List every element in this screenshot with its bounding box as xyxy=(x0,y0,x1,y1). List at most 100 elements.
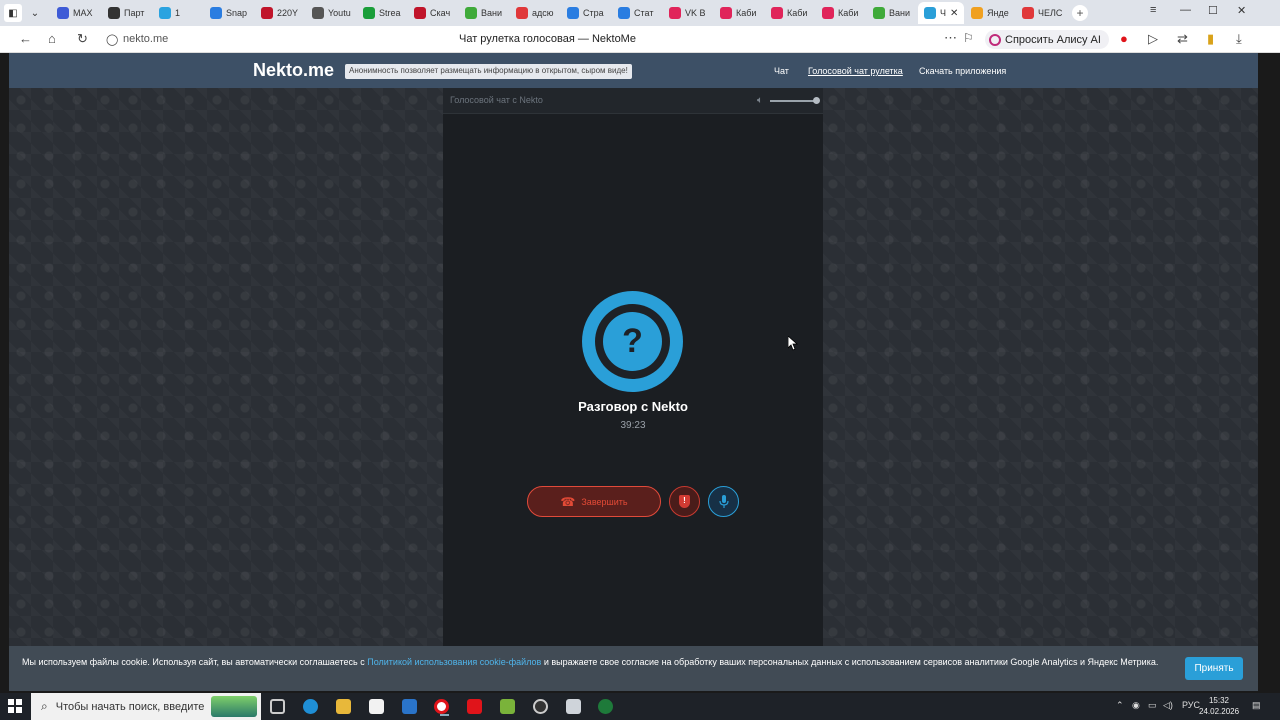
cookie-banner: Мы используем файлы cookie. Используя са… xyxy=(9,646,1258,691)
taskbar-clock[interactable]: 15:32 24.02.2026 xyxy=(1199,695,1239,717)
browser-tab[interactable]: Strea xyxy=(357,2,407,24)
browser-tab[interactable]: Стат xyxy=(612,2,662,24)
tab-favicon-icon xyxy=(771,7,783,19)
app-icon[interactable] xyxy=(500,699,515,714)
new-tab-button[interactable]: + xyxy=(1072,5,1088,21)
browser-tab[interactable]: MAX xyxy=(51,2,101,24)
browser-tab[interactable]: Скач xyxy=(408,2,458,24)
cookie-text-start: Мы используем файлы cookie. Используя са… xyxy=(22,657,368,667)
bookmark-icon[interactable]: ⚐ xyxy=(963,31,974,45)
search-highlight-image xyxy=(211,696,257,717)
url-field[interactable]: nekto.me xyxy=(123,33,168,45)
reload-icon[interactable]: ↻ xyxy=(77,31,88,47)
taskbar: ⌕ Чтобы начать поиск, введите ⌃ ◉ ▭ ◁) Р… xyxy=(0,693,1280,720)
tray-network-icon[interactable]: ▭ xyxy=(1148,700,1157,711)
browser-tab[interactable]: Snap xyxy=(204,2,254,24)
browser-tab[interactable]: 220Y xyxy=(255,2,305,24)
site-tagline: Анонимность позволяет размещать информац… xyxy=(345,64,632,79)
tab-favicon-icon xyxy=(159,7,171,19)
clock-date: 24.02.2026 xyxy=(1199,707,1240,716)
app-window-icon[interactable] xyxy=(566,699,581,714)
browser-tab[interactable]: Каби xyxy=(714,2,764,24)
nav-chat-link[interactable]: Чат xyxy=(774,66,789,76)
browser-tab[interactable]: Стра xyxy=(561,2,611,24)
cookie-policy-link[interactable]: Политикой использования cookie-файлов xyxy=(367,657,541,667)
tray-chevron-icon[interactable]: ⌃ xyxy=(1116,700,1124,711)
tab-label: Strea xyxy=(379,8,401,18)
task-view-icon[interactable] xyxy=(270,699,285,714)
sidebar-toggle-icon[interactable]: ◧ xyxy=(4,4,22,22)
menu-icon[interactable]: ≡ xyxy=(1150,4,1156,16)
alice-button[interactable]: Спросить Алису AI xyxy=(985,30,1109,49)
taskbar-search[interactable]: ⌕ Чтобы начать поиск, введите xyxy=(31,693,261,720)
opera-extension-icon[interactable]: ● xyxy=(1120,31,1128,46)
close-window-icon[interactable]: ✕ xyxy=(1237,4,1246,17)
browser-tab[interactable]: 1 xyxy=(153,2,203,24)
volume-icon[interactable]: 🔈︎ xyxy=(757,95,763,106)
site-info-icon[interactable]: ◯ xyxy=(106,33,118,46)
tab-favicon-icon xyxy=(516,7,528,19)
browser-tab[interactable]: Youtu xyxy=(306,2,356,24)
downloads-icon[interactable]: ⤓ xyxy=(1236,31,1242,47)
tabs-menu-icon[interactable]: ⌄ xyxy=(26,4,44,22)
yandex-icon[interactable] xyxy=(467,699,482,714)
browser-tab[interactable]: VK В xyxy=(663,2,713,24)
volume-slider-handle[interactable] xyxy=(813,97,820,104)
browser-tab[interactable]: Вани xyxy=(867,2,917,24)
more-icon[interactable]: ⋯ xyxy=(944,30,957,46)
tray-app-icon[interactable]: ◉ xyxy=(1132,700,1140,711)
tab-favicon-icon xyxy=(210,7,222,19)
tab-label: ЧЕЛС xyxy=(1038,8,1063,18)
browser-tab[interactable]: адсю xyxy=(510,2,560,24)
site-logo[interactable]: Nekto.me xyxy=(253,60,334,81)
tab-favicon-icon xyxy=(57,7,69,19)
store-icon[interactable] xyxy=(369,699,384,714)
nav-voice-link[interactable]: Голосовой чат рулетка xyxy=(808,66,903,76)
maximize-icon[interactable]: ☐ xyxy=(1208,4,1218,17)
browser-tab[interactable]: Парт xyxy=(102,2,152,24)
microphone-icon xyxy=(718,494,729,508)
close-tab-icon[interactable]: ✕ xyxy=(950,8,958,19)
media-icon[interactable]: ▷ xyxy=(1148,31,1158,47)
tab-favicon-icon xyxy=(312,7,324,19)
mouse-cursor-icon xyxy=(788,336,798,351)
tab-label: Вани xyxy=(481,8,503,18)
browser-tab[interactable]: ЧЕЛС xyxy=(1016,2,1066,24)
edge-icon[interactable] xyxy=(303,699,318,714)
report-button[interactable]: ! xyxy=(669,486,700,517)
language-indicator[interactable]: РУС xyxy=(1182,700,1200,710)
microphone-button[interactable] xyxy=(708,486,739,517)
tab-favicon-icon xyxy=(567,7,579,19)
browser-tab[interactable]: Янде xyxy=(965,2,1015,24)
browser-tab-strip: ◧ ⌄ MAX Парт 1 Snap 220Y Youtu Strea Скач Вани ад… xyxy=(0,0,1280,26)
alice-icon xyxy=(989,33,1001,46)
browser-tab[interactable]: Вани xyxy=(459,2,509,24)
tab-favicon-icon xyxy=(363,7,375,19)
windows-start-icon[interactable] xyxy=(8,699,22,713)
browser-tab[interactable]: Каби xyxy=(816,2,866,24)
home-icon[interactable]: ⌂ xyxy=(48,31,56,46)
minimize-icon[interactable]: — xyxy=(1180,4,1191,16)
obs-icon[interactable] xyxy=(533,699,548,714)
search-icon: ⌕ xyxy=(41,699,48,713)
tab-list: MAX Парт 1 Snap 220Y Youtu Strea Скач Вани адсю Ст… xyxy=(50,2,1066,24)
xbox-icon[interactable] xyxy=(598,699,613,714)
notifications-icon[interactable]: ▤ xyxy=(1252,700,1261,711)
back-icon[interactable]: ← xyxy=(19,31,32,46)
end-call-button[interactable]: ☎ Завершить xyxy=(527,486,661,517)
page-title: Чат рулетка голосовая — NektoMe xyxy=(459,33,636,45)
accept-cookies-button[interactable]: Принять xyxy=(1185,657,1243,680)
clock-time: 15:32 xyxy=(1208,696,1230,705)
tab-label: адсю xyxy=(532,8,554,18)
mail-icon[interactable] xyxy=(402,699,417,714)
partner-avatar: ? xyxy=(582,291,683,392)
browser-tab[interactable]: Каби xyxy=(765,2,815,24)
file-explorer-icon[interactable] xyxy=(336,699,351,714)
nav-download-link[interactable]: Скачать приложения xyxy=(919,66,1006,76)
volume-slider[interactable] xyxy=(770,100,817,102)
translate-icon[interactable]: ⇄ xyxy=(1177,31,1188,47)
browser-tab[interactable]: Ч ✕ xyxy=(918,2,964,24)
tray-volume-icon[interactable]: ◁) xyxy=(1163,700,1173,711)
yandex-browser-icon[interactable] xyxy=(434,699,449,716)
extension-icon[interactable]: ▮ xyxy=(1207,31,1214,47)
